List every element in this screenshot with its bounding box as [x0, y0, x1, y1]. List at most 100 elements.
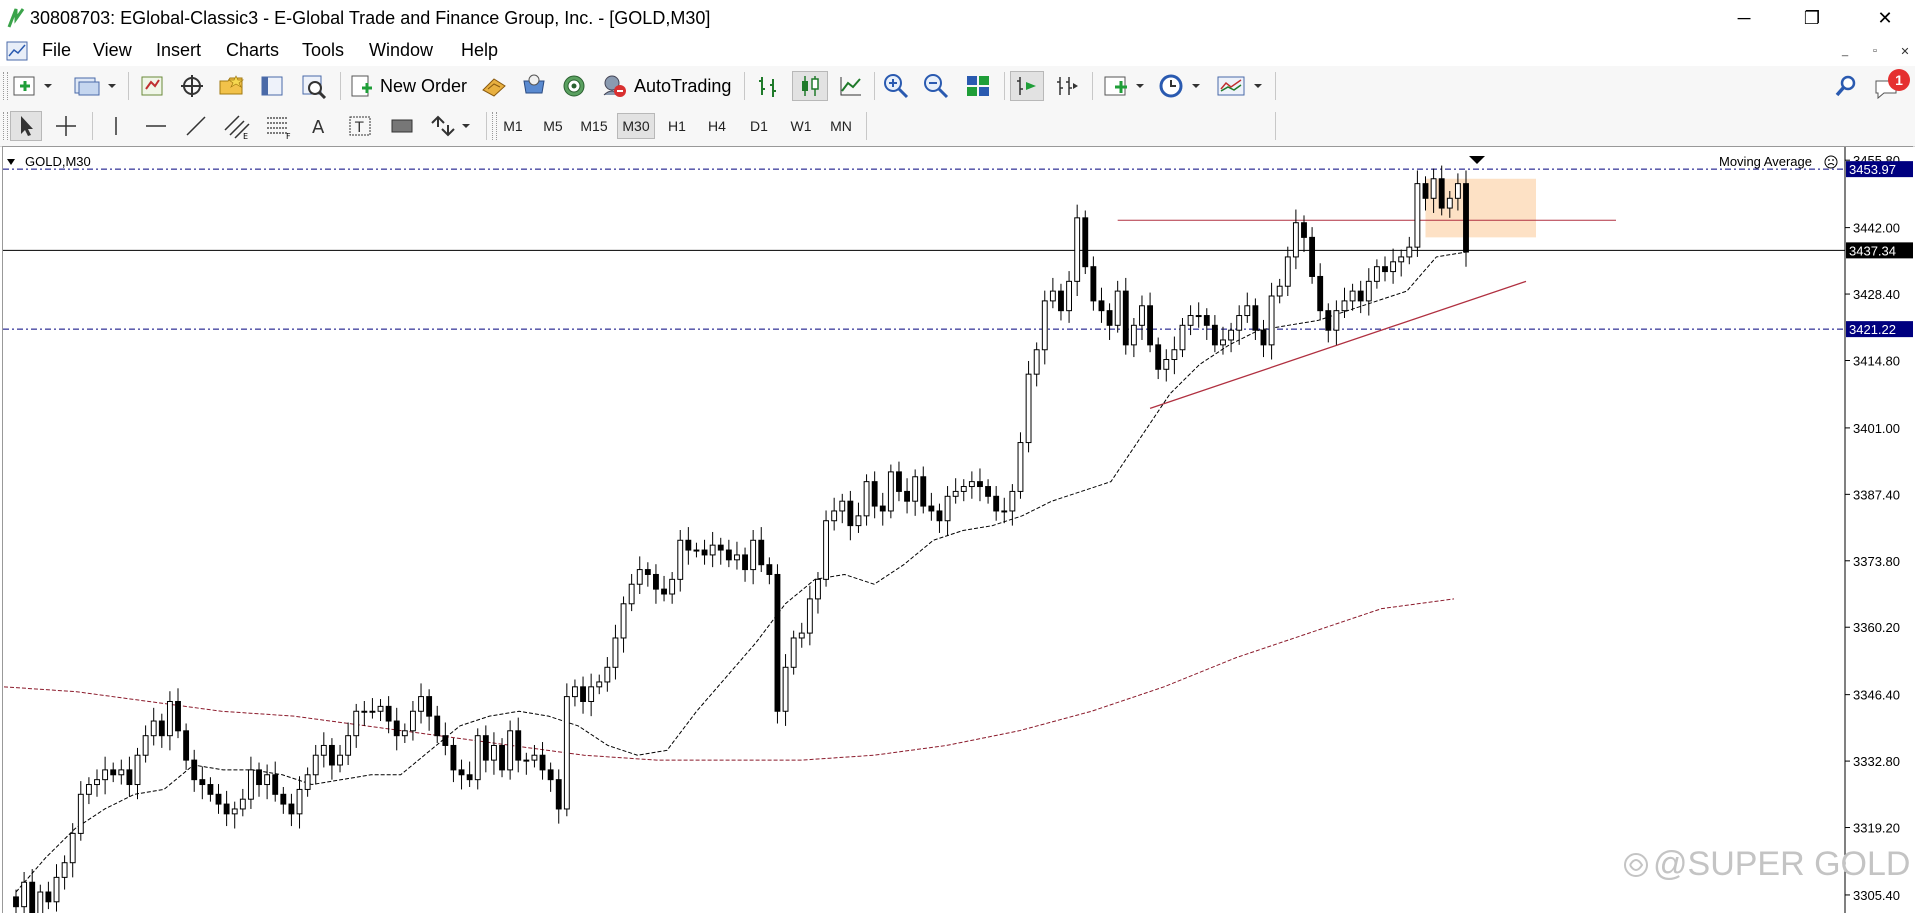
- candle[interactable]: [1025, 360, 1032, 453]
- timeframe-w1[interactable]: W1: [785, 113, 817, 139]
- bar-chart-button[interactable]: [752, 71, 784, 101]
- timeframe-m5[interactable]: M5: [539, 113, 567, 139]
- menu-insert[interactable]: Insert: [152, 40, 205, 61]
- candlestick-chart-button[interactable]: [792, 71, 828, 101]
- price-chart[interactable]: 3455.803442.003428.403414.803401.003387.…: [3, 147, 1913, 913]
- templates-button[interactable]: [1214, 71, 1268, 101]
- crosshair-icon: [181, 75, 203, 97]
- terminal-button[interactable]: [256, 71, 288, 101]
- candle-body: [247, 769, 254, 800]
- new-chart-button[interactable]: [10, 71, 56, 101]
- menu-bar: File View Insert Charts Tools Window Hel…: [0, 36, 1915, 67]
- navigator-button[interactable]: [216, 71, 248, 101]
- crosshair-tool-button[interactable]: [50, 111, 82, 141]
- profiles-button[interactable]: [70, 71, 120, 101]
- child-minimize-button[interactable]: _: [1834, 41, 1856, 61]
- data-window-button[interactable]: [176, 71, 208, 101]
- vertical-line-button[interactable]: [100, 111, 132, 141]
- text-label-button[interactable]: T: [344, 111, 376, 141]
- candle-body: [685, 539, 692, 551]
- menu-window[interactable]: Window: [365, 40, 437, 61]
- candle[interactable]: [1463, 170, 1469, 267]
- text-tool-button[interactable]: A: [304, 111, 336, 141]
- candle[interactable]: [563, 683, 570, 817]
- zoom-in-button[interactable]: [880, 71, 912, 101]
- candle-body: [288, 803, 295, 815]
- standard-toolbar: New Order AutoTrading 1: [0, 66, 1915, 107]
- candle-body: [45, 891, 52, 903]
- child-close-button[interactable]: ✕: [1894, 41, 1915, 61]
- candle-body: [1074, 217, 1081, 282]
- candle-body: [936, 510, 943, 522]
- candle-body: [1252, 305, 1259, 331]
- vertical-line-icon: [115, 117, 117, 135]
- candle[interactable]: [1017, 432, 1024, 499]
- toolbar-grip[interactable]: [3, 72, 8, 100]
- menu-file[interactable]: File: [38, 40, 75, 61]
- indicators-button[interactable]: [1100, 71, 1150, 101]
- candle-body: [1382, 266, 1388, 273]
- auto-scroll-button[interactable]: [1010, 71, 1044, 101]
- signals-button[interactable]: [558, 71, 590, 101]
- equidistant-channel-button[interactable]: E: [220, 111, 254, 141]
- strategy-tester-button[interactable]: [298, 71, 330, 101]
- timeframe-d1[interactable]: D1: [744, 113, 774, 139]
- candle[interactable]: [1082, 210, 1089, 275]
- periods-button[interactable]: [1156, 71, 1206, 101]
- notifications-button[interactable]: 1: [1870, 69, 1910, 101]
- menu-view[interactable]: View: [89, 40, 136, 61]
- menu-tools[interactable]: Tools: [298, 40, 348, 61]
- candle-body: [1284, 256, 1291, 287]
- timeframe-m1[interactable]: M1: [500, 113, 526, 139]
- candle-body: [1025, 373, 1032, 444]
- toolbar-grip[interactable]: [3, 112, 8, 140]
- cursor-tool-button[interactable]: [10, 111, 42, 141]
- candle-body: [102, 769, 109, 781]
- candle-body: [1122, 290, 1129, 346]
- minimize-button[interactable]: ─: [1724, 4, 1764, 32]
- timeframe-m30[interactable]: M30: [617, 113, 655, 139]
- candle-body: [199, 779, 206, 786]
- notification-badge: 1: [1888, 69, 1910, 91]
- timeframe-h1[interactable]: H1: [662, 113, 692, 139]
- line-chart-button[interactable]: [834, 71, 866, 101]
- chart-document-icon[interactable]: [5, 40, 29, 62]
- timeframe-h4[interactable]: H4: [702, 113, 732, 139]
- close-button[interactable]: ✕: [1865, 4, 1905, 32]
- menu-charts[interactable]: Charts: [222, 40, 283, 61]
- zoom-out-button[interactable]: [920, 71, 952, 101]
- metaeditor-button[interactable]: [478, 71, 510, 101]
- fibonacci-button[interactable]: F: [262, 111, 296, 141]
- chart-window[interactable]: 3455.80 3442.00 3428.40 3414.80 3401.00 3387.…: [2, 146, 1913, 913]
- candle-body: [1211, 324, 1218, 346]
- trendline-button[interactable]: [180, 111, 212, 141]
- market-watch-button[interactable]: [136, 71, 168, 101]
- chart-shift-button[interactable]: [1050, 71, 1082, 101]
- horizontal-line-button[interactable]: [140, 111, 172, 141]
- tile-windows-button[interactable]: [962, 71, 994, 101]
- new-order-button[interactable]: New Order: [350, 71, 472, 101]
- search-button[interactable]: [1830, 71, 1862, 101]
- candle-body: [815, 578, 821, 600]
- candle-body: [1114, 290, 1121, 326]
- candle[interactable]: [1414, 170, 1421, 257]
- candle-body: [491, 744, 497, 761]
- candle-body: [734, 554, 740, 561]
- candle[interactable]: [823, 510, 829, 587]
- timeframe-m15[interactable]: M15: [577, 113, 611, 139]
- candle-body: [1017, 442, 1024, 492]
- candle[interactable]: [887, 464, 894, 519]
- candle-body: [361, 710, 368, 713]
- toolbar-grip[interactable]: [492, 112, 497, 140]
- menu-help[interactable]: Help: [457, 40, 502, 61]
- rectangle-button[interactable]: [386, 111, 418, 141]
- child-restore-button[interactable]: ▫: [1864, 41, 1886, 61]
- candle-body: [1098, 300, 1105, 312]
- restore-button[interactable]: ❐: [1792, 4, 1832, 32]
- candle[interactable]: [774, 564, 781, 724]
- market-button[interactable]: [518, 71, 550, 101]
- arrows-button[interactable]: [426, 111, 476, 141]
- candle-body: [1463, 183, 1469, 253]
- autotrading-button[interactable]: AutoTrading: [600, 71, 740, 101]
- timeframe-mn[interactable]: MN: [823, 113, 859, 139]
